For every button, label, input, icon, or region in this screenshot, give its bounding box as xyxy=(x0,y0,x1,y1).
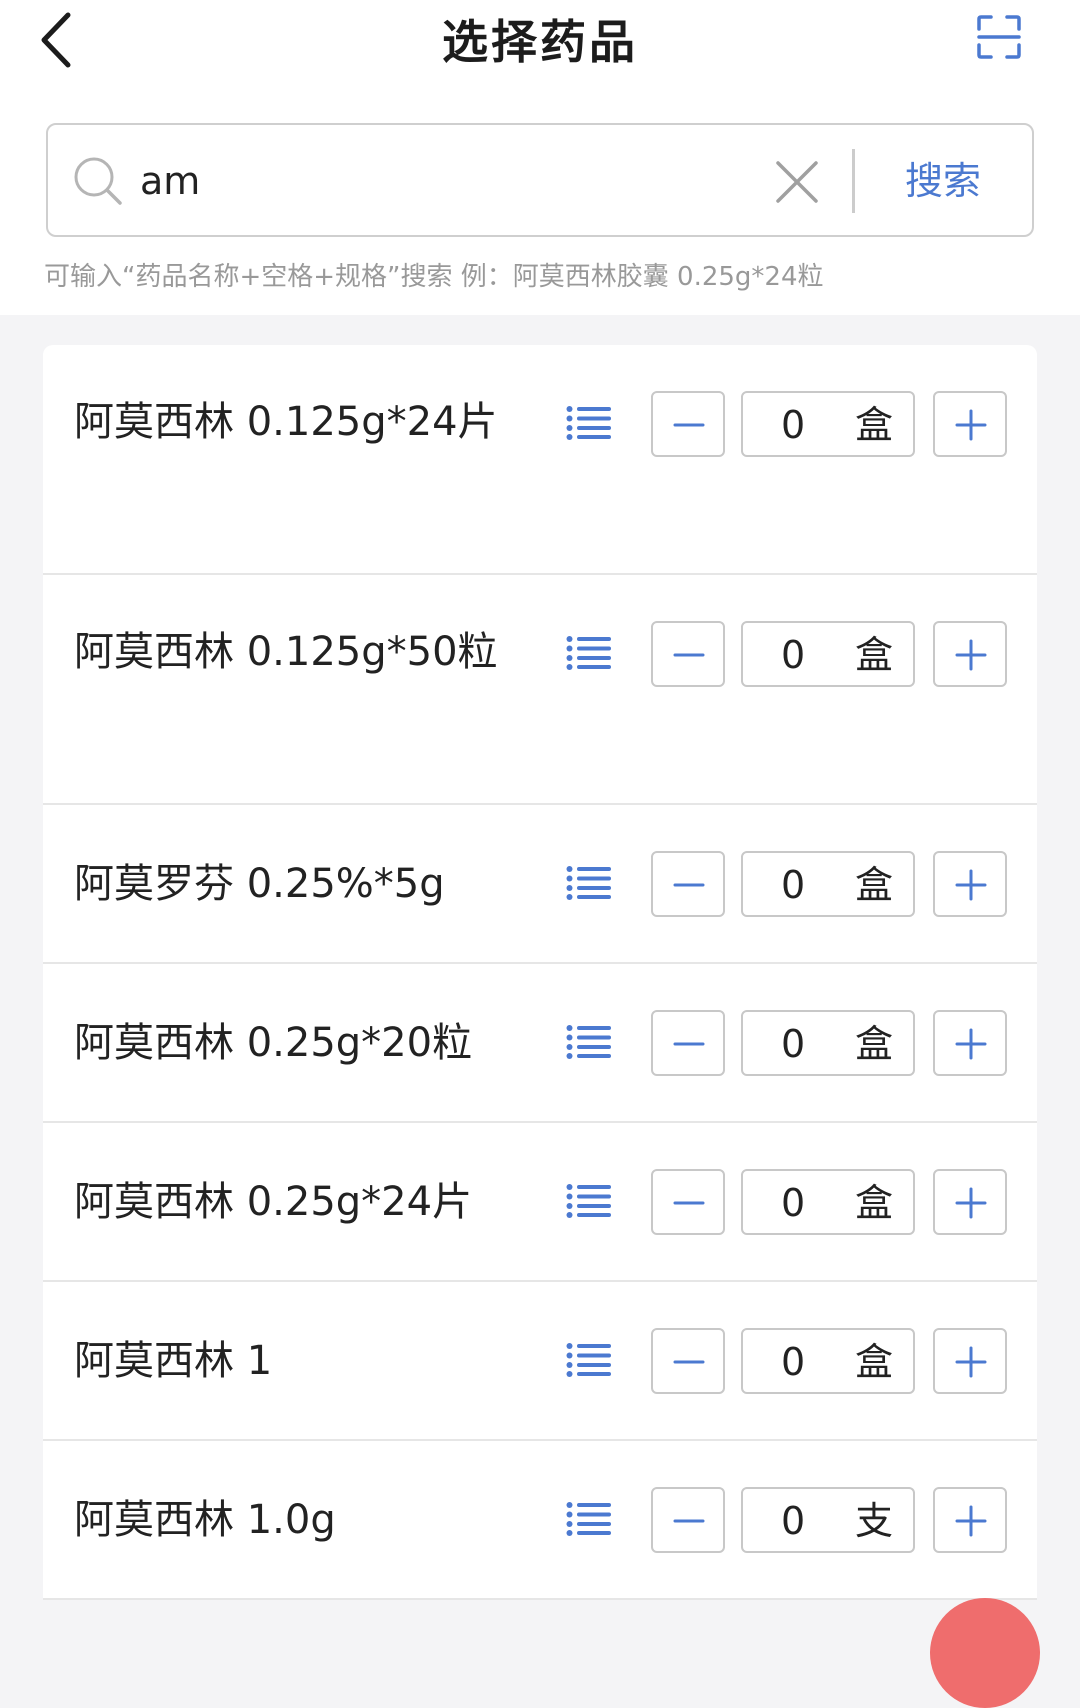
quantity-stepper: 0 盒 xyxy=(651,1010,1007,1076)
list-detail-icon[interactable] xyxy=(566,635,612,671)
drug-name: 阿莫西林 1.0g xyxy=(74,1497,336,1543)
quantity-unit: 盒 xyxy=(855,1340,894,1384)
quantity-unit: 盒 xyxy=(855,633,894,677)
decrease-button[interactable] xyxy=(651,1010,725,1076)
drug-row: 阿莫西林 0.25g*24片 0 盒 xyxy=(43,1123,1037,1282)
top-panel: 选择药品 搜索 可输入“药品名称+空格+规格”搜索 例：阿莫西林胶囊 0.25g… xyxy=(0,0,1080,315)
drug-name: 阿莫西林 1 xyxy=(74,1338,273,1384)
quantity-field[interactable]: 0 盒 xyxy=(741,391,915,457)
search-button[interactable]: 搜索 xyxy=(868,145,1018,217)
increase-button[interactable] xyxy=(933,391,1007,457)
minus-icon xyxy=(673,423,705,427)
increase-button[interactable] xyxy=(933,1010,1007,1076)
quantity-unit: 盒 xyxy=(855,863,894,907)
decrease-button[interactable] xyxy=(651,391,725,457)
drug-row: 阿莫罗芬 0.25%*5g 0 盒 xyxy=(43,805,1037,964)
drug-name: 阿莫罗芬 0.25%*5g xyxy=(74,861,445,907)
quantity-field[interactable]: 0 支 xyxy=(741,1487,915,1553)
drug-name: 阿莫西林 0.125g*50粒 xyxy=(74,629,498,675)
quantity-value: 0 xyxy=(781,1181,806,1225)
list-detail-icon[interactable] xyxy=(566,405,612,441)
quantity-stepper: 0 盒 xyxy=(651,621,1007,687)
drug-name: 阿莫西林 0.25g*24片 xyxy=(74,1179,473,1225)
search-icon xyxy=(74,157,122,205)
quantity-field[interactable]: 0 盒 xyxy=(741,1169,915,1235)
drug-row: 阿莫西林 1 0 盒 xyxy=(43,1282,1037,1441)
minus-icon xyxy=(673,653,705,657)
drug-row: 阿莫西林 0.25g*20粒 0 盒 xyxy=(43,964,1037,1123)
quantity-unit: 盒 xyxy=(855,1022,894,1066)
minus-icon xyxy=(673,1042,705,1046)
decrease-button[interactable] xyxy=(651,1328,725,1394)
drug-list: 阿莫西林 0.125g*24片 0 盒 阿莫西林 0.125g*50粒 0 盒 … xyxy=(43,345,1037,1600)
drug-name: 阿莫西林 0.25g*20粒 xyxy=(74,1020,473,1066)
search-input[interactable] xyxy=(140,145,760,217)
increase-button[interactable] xyxy=(933,851,1007,917)
plus-icon xyxy=(955,1028,987,1060)
list-detail-icon[interactable] xyxy=(566,1501,612,1537)
floating-action-button[interactable] xyxy=(930,1598,1040,1708)
list-detail-icon[interactable] xyxy=(566,1342,612,1378)
increase-button[interactable] xyxy=(933,1487,1007,1553)
list-detail-icon[interactable] xyxy=(566,1024,612,1060)
quantity-stepper: 0 盒 xyxy=(651,1328,1007,1394)
quantity-stepper: 0 盒 xyxy=(651,851,1007,917)
list-detail-icon[interactable] xyxy=(566,1183,612,1219)
quantity-field[interactable]: 0 盒 xyxy=(741,851,915,917)
quantity-field[interactable]: 0 盒 xyxy=(741,1010,915,1076)
plus-icon xyxy=(955,1187,987,1219)
drug-row: 阿莫西林 1.0g 0 支 xyxy=(43,1441,1037,1600)
quantity-unit: 盒 xyxy=(855,403,894,447)
increase-button[interactable] xyxy=(933,621,1007,687)
quantity-value: 0 xyxy=(781,863,806,907)
drug-name: 阿莫西林 0.125g*24片 xyxy=(74,399,498,445)
quantity-value: 0 xyxy=(781,403,806,447)
minus-icon xyxy=(673,883,705,887)
quantity-stepper: 0 支 xyxy=(651,1487,1007,1553)
quantity-value: 0 xyxy=(781,1499,806,1543)
decrease-button[interactable] xyxy=(651,1169,725,1235)
minus-icon xyxy=(673,1360,705,1364)
nav-bar: 选择药品 xyxy=(0,0,1080,80)
chevron-left-icon xyxy=(41,12,71,68)
quantity-value: 0 xyxy=(781,1340,806,1384)
scan-button[interactable] xyxy=(976,14,1022,60)
quantity-value: 0 xyxy=(781,633,806,677)
quantity-unit: 盒 xyxy=(855,1181,894,1225)
plus-icon xyxy=(955,639,987,671)
quantity-stepper: 0 盒 xyxy=(651,391,1007,457)
close-icon[interactable] xyxy=(768,153,826,211)
back-button[interactable] xyxy=(30,5,90,75)
page-title: 选择药品 xyxy=(442,15,638,69)
quantity-value: 0 xyxy=(781,1022,806,1066)
plus-icon xyxy=(955,1346,987,1378)
minus-icon xyxy=(673,1201,705,1205)
quantity-unit: 支 xyxy=(855,1499,894,1543)
plus-icon xyxy=(955,409,987,441)
plus-icon xyxy=(955,869,987,901)
quantity-field[interactable]: 0 盒 xyxy=(741,621,915,687)
drug-row: 阿莫西林 0.125g*24片 0 盒 xyxy=(43,345,1037,575)
minus-icon xyxy=(673,1519,705,1523)
drug-row: 阿莫西林 0.125g*50粒 0 盒 xyxy=(43,575,1037,805)
quantity-field[interactable]: 0 盒 xyxy=(741,1328,915,1394)
search-hint: 可输入“药品名称+空格+规格”搜索 例：阿莫西林胶囊 0.25g*24粒 xyxy=(44,262,824,292)
search-bar: 搜索 xyxy=(46,123,1034,237)
search-divider xyxy=(852,149,855,213)
plus-icon xyxy=(955,1505,987,1537)
decrease-button[interactable] xyxy=(651,851,725,917)
scan-icon xyxy=(977,15,1021,59)
decrease-button[interactable] xyxy=(651,621,725,687)
increase-button[interactable] xyxy=(933,1169,1007,1235)
list-detail-icon[interactable] xyxy=(566,865,612,901)
decrease-button[interactable] xyxy=(651,1487,725,1553)
increase-button[interactable] xyxy=(933,1328,1007,1394)
quantity-stepper: 0 盒 xyxy=(651,1169,1007,1235)
